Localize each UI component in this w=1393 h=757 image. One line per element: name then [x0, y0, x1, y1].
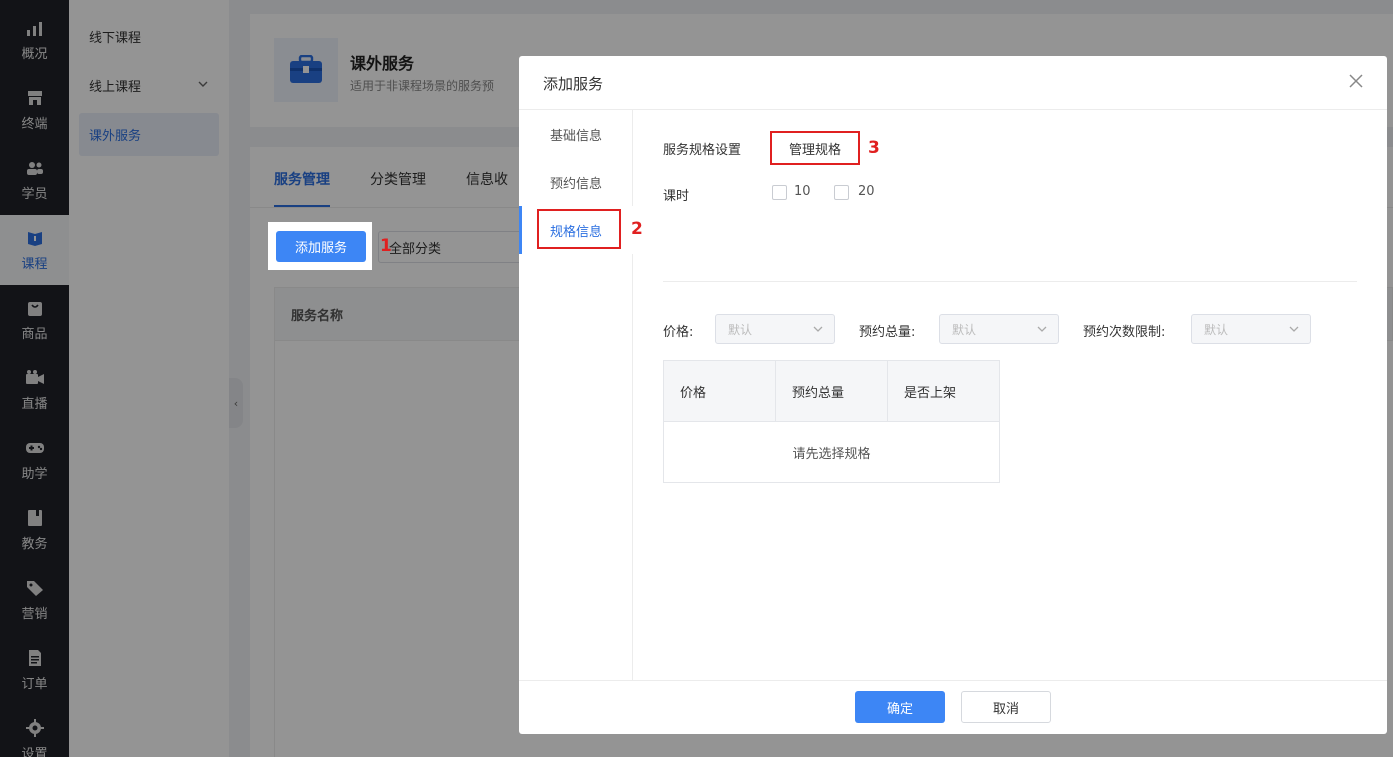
add-service-button[interactable]: 添加服务 — [276, 231, 366, 262]
hour-checkbox-10[interactable] — [772, 185, 787, 200]
select-value: 默认 — [952, 322, 977, 337]
price-select[interactable]: 默认 — [715, 314, 835, 344]
dialog-side-nav: 基础信息 预约信息 规格信息 — [519, 110, 633, 681]
booking-total-select[interactable]: 默认 — [939, 314, 1059, 344]
hour-option-label: 10 — [794, 184, 811, 199]
spec-col-booking-total: 预约总量 — [776, 361, 888, 422]
dialog-footer: 确定 取消 — [519, 680, 1387, 734]
dialog-title: 添加服务 — [543, 75, 604, 93]
manage-spec-button[interactable]: 管理规格 — [770, 131, 860, 165]
booking-limit-label: 预约次数限制: — [1083, 325, 1166, 340]
side-tab-booking-info[interactable]: 预约信息 — [519, 158, 633, 206]
dialog-content: 服务规格设置 管理规格 3 课时 10 20 价格: 默认 预约总量: 默认 预… — [633, 110, 1387, 681]
cancel-button[interactable]: 取消 — [961, 691, 1051, 723]
spotlight-add-button: 添加服务 — [268, 222, 372, 270]
section-divider — [663, 281, 1357, 282]
add-service-dialog: 添加服务 基础信息 预约信息 规格信息 2 服务规格设置 管理规格 3 课时 1… — [519, 56, 1387, 734]
price-filter-label: 价格: — [663, 325, 694, 340]
chevron-down-icon — [1036, 323, 1048, 338]
side-tab-basic-info[interactable]: 基础信息 — [519, 110, 633, 158]
booking-limit-select[interactable]: 默认 — [1191, 314, 1311, 344]
annotation-number-1: 1 — [380, 236, 392, 256]
hours-label: 课时 — [663, 189, 690, 204]
annotation-box-2 — [537, 209, 621, 249]
close-icon[interactable] — [1345, 70, 1367, 92]
spec-col-on-shelf: 是否上架 — [888, 361, 999, 422]
select-value: 默认 — [1204, 322, 1229, 337]
chevron-down-icon — [1288, 323, 1300, 338]
hour-checkbox-20[interactable] — [834, 185, 849, 200]
spec-table: 价格 预约总量 是否上架 请先选择规格 — [663, 360, 1000, 483]
annotation-number-3: 3 — [868, 138, 880, 158]
confirm-button[interactable]: 确定 — [855, 691, 945, 723]
spec-table-empty: 请先选择规格 — [792, 446, 871, 462]
chevron-down-icon — [812, 323, 824, 338]
spec-col-price: 价格 — [664, 361, 776, 422]
select-value: 默认 — [728, 322, 753, 337]
dialog-header: 添加服务 — [519, 56, 1387, 110]
hour-option-label: 20 — [858, 184, 875, 199]
booking-total-label: 预约总量: — [859, 325, 916, 340]
spec-setting-label: 服务规格设置 — [663, 143, 742, 158]
